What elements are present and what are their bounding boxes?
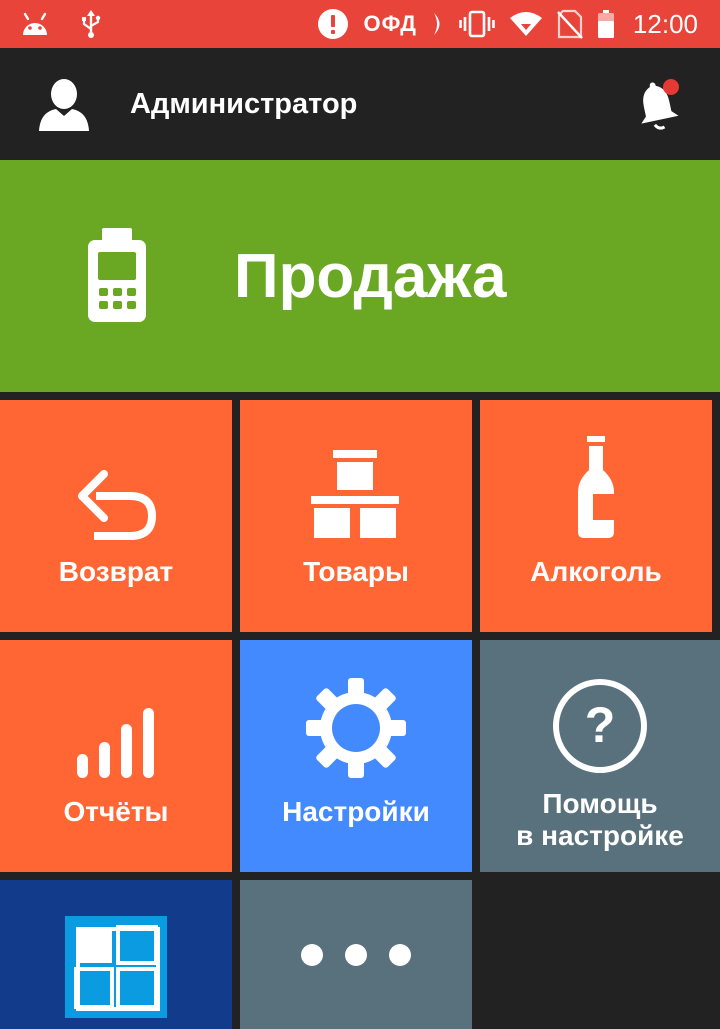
status-left — [20, 9, 102, 39]
alert-icon — [317, 8, 349, 40]
signal-bars-icon — [75, 640, 157, 780]
boxes-icon — [311, 400, 401, 540]
undo-arrow-icon — [74, 400, 158, 540]
screen: ОФД 12:00 Администратор Продажа Возврат … — [0, 0, 720, 1029]
svg-text:?: ? — [585, 697, 616, 753]
user-avatar-icon[interactable] — [36, 76, 92, 132]
help-label-line2: в настройке — [516, 820, 684, 851]
vibrate-icon — [459, 10, 495, 38]
question-circle-icon: ? — [552, 640, 648, 774]
ofd-status-label: ОФД — [363, 11, 417, 36]
goods-label: Товары — [303, 556, 409, 587]
more-dots-icon — [300, 943, 412, 967]
bottle-icon — [576, 400, 616, 540]
alcohol-tile[interactable]: Алкоголь — [480, 400, 712, 632]
app-bar: Администратор — [0, 48, 720, 160]
notification-bell-icon[interactable] — [634, 78, 680, 132]
more-tile[interactable] — [240, 880, 472, 1029]
payment-terminal-icon — [86, 228, 148, 324]
status-bar: ОФД 12:00 — [0, 0, 720, 48]
reports-label: Отчёты — [63, 796, 169, 827]
settings-tile[interactable]: Настройки — [240, 640, 472, 872]
help-label-line1: Помощь — [542, 788, 658, 819]
alcohol-label: Алкоголь — [530, 556, 662, 587]
wifi-icon — [509, 10, 543, 38]
status-clock: 12:00 — [632, 8, 698, 39]
help-label: Помощь в настройке — [516, 788, 684, 852]
goods-tile[interactable]: Товары — [240, 400, 472, 632]
status-right: ОФД 12:00 — [317, 8, 698, 40]
return-label: Возврат — [58, 556, 174, 587]
sale-tile[interactable]: Продажа — [0, 160, 720, 392]
app-store-tile[interactable] — [0, 880, 232, 1029]
moon-icon — [431, 11, 445, 37]
return-tile[interactable]: Возврат — [0, 400, 232, 632]
android-icon — [20, 11, 50, 37]
user-name: Администратор — [130, 87, 358, 120]
help-tile[interactable]: ? Помощь в настройке — [480, 640, 720, 872]
usb-icon — [80, 9, 102, 39]
battery-icon — [597, 9, 615, 39]
reports-tile[interactable]: Отчёты — [0, 640, 232, 872]
settings-label: Настройки — [282, 796, 430, 827]
sale-label: Продажа — [234, 241, 507, 311]
app-grid-icon — [65, 916, 167, 1018]
no-sim-icon — [557, 9, 583, 39]
gear-icon — [304, 640, 408, 780]
